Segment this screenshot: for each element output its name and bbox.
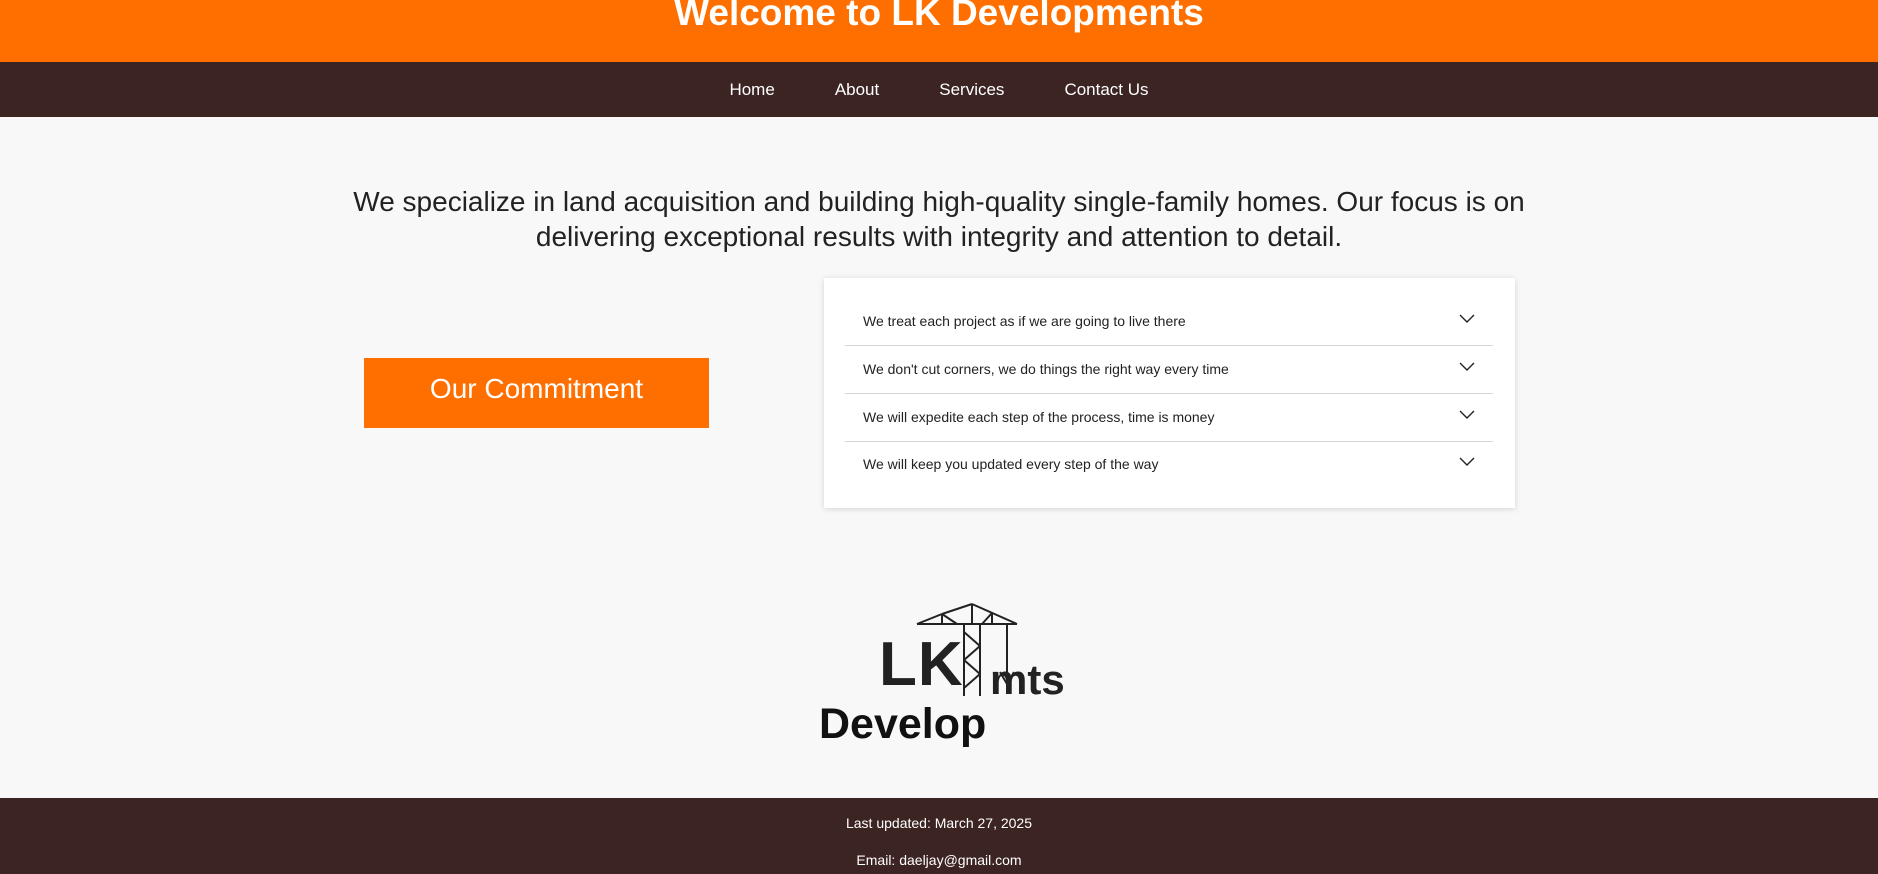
logo-text-mts: mts bbox=[990, 656, 1065, 703]
accordion-item-label: We will expedite each step of the proces… bbox=[863, 409, 1215, 425]
accordion-item-expedite[interactable]: We will expedite each step of the proces… bbox=[845, 394, 1493, 442]
accordion-item-live-there[interactable]: We treat each project as if we are going… bbox=[845, 298, 1493, 346]
accordion-item-label: We don't cut corners, we do things the r… bbox=[863, 361, 1229, 377]
intro-text: We specialize in land acquisition and bu… bbox=[353, 186, 1525, 252]
contact-email-text: Email: daeljay@gmail.com bbox=[856, 852, 1022, 868]
accordion-item-updates[interactable]: We will keep you updated every step of t… bbox=[845, 441, 1493, 488]
nav-link-home[interactable]: Home bbox=[729, 80, 774, 100]
chevron-down-icon bbox=[1459, 314, 1475, 323]
site-header: Welcome to LK Developments bbox=[0, 0, 1878, 62]
accordion-item-label: We will keep you updated every step of t… bbox=[863, 456, 1159, 472]
logo-text-lk: LK bbox=[879, 630, 964, 699]
nav-link-contact[interactable]: Contact Us bbox=[1064, 80, 1148, 100]
chevron-down-icon bbox=[1459, 410, 1475, 419]
company-logo: LK mts Develop bbox=[812, 602, 1072, 752]
last-updated-text: Last updated: March 27, 2025 bbox=[845, 815, 1033, 831]
nav-link-services[interactable]: Services bbox=[939, 80, 1004, 100]
nav-link-about[interactable]: About bbox=[835, 80, 879, 100]
commitment-heading: Our Commitment bbox=[364, 358, 709, 428]
chevron-down-icon bbox=[1459, 362, 1475, 371]
logo-text-develop: Develop bbox=[819, 700, 987, 748]
page-title: Welcome to LK Developments bbox=[674, 0, 1204, 33]
site-footer: Last updated: March 27, 2025 Email: dael… bbox=[0, 798, 1878, 874]
chevron-down-icon bbox=[1459, 457, 1475, 466]
main-nav: Home About Services Contact Us bbox=[0, 62, 1878, 117]
accordion-item-no-corners[interactable]: We don't cut corners, we do things the r… bbox=[845, 346, 1493, 394]
accordion-item-label: We treat each project as if we are going… bbox=[863, 313, 1186, 329]
commitment-accordion: We treat each project as if we are going… bbox=[824, 278, 1515, 508]
